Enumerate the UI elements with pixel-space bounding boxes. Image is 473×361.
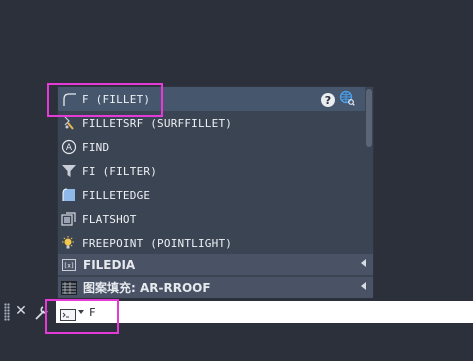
autocomplete-popup: F (FILLET) FILLETSRF (SURFFILLET) A FIND… xyxy=(57,86,374,298)
command-line: ✕ xyxy=(0,299,473,325)
group-label: 图案填充: AR-RROOF xyxy=(83,281,211,295)
suggestion-freepoint[interactable]: FREEPOINT (POINTLIGHT) xyxy=(58,231,365,255)
close-icon[interactable]: ✕ xyxy=(14,302,28,320)
suggestion-filter[interactable]: FI (FILTER) xyxy=(58,159,365,183)
fillet-edge-icon xyxy=(61,187,77,203)
point-light-icon xyxy=(61,235,77,251)
customize-wrench-icon[interactable] xyxy=(34,303,50,321)
system-variable-icon: [x] xyxy=(61,258,77,272)
suggestion-flatshot[interactable]: FLATSHOT xyxy=(58,207,365,231)
suggestion-label: FILLETEDGE xyxy=(82,188,151,202)
autocomplete-list: F (FILLET) FILLETSRF (SURFFILLET) A FIND… xyxy=(58,87,365,255)
scroll-thumb[interactable] xyxy=(366,89,372,147)
expand-arrow-icon[interactable] xyxy=(361,282,366,290)
status-area xyxy=(0,325,473,361)
drag-handle[interactable] xyxy=(4,303,10,321)
suggestion-label: FI (FILTER) xyxy=(82,164,158,178)
filter-icon xyxy=(61,163,77,179)
hatch-pattern-icon xyxy=(61,280,77,295)
command-input[interactable] xyxy=(89,304,459,320)
svg-text:A: A xyxy=(66,143,73,153)
group-label: FILEDIA xyxy=(83,257,136,272)
suggestion-label: FIND xyxy=(82,140,110,154)
expand-arrow-icon[interactable] xyxy=(361,259,366,267)
suggestion-label: FLATSHOT xyxy=(82,212,137,226)
suggestion-filletsrf[interactable]: FILLETSRF (SURFFILLET) xyxy=(58,111,365,135)
group-hatch-pattern[interactable]: 图案填充: AR-RROOF xyxy=(58,276,373,298)
flatshot-icon xyxy=(61,211,77,227)
suggestion-fillet[interactable]: F (FILLET) xyxy=(58,87,365,111)
help-icon[interactable]: ? xyxy=(321,93,335,107)
suggestion-filletedge[interactable]: FILLETEDGE xyxy=(58,183,365,207)
suggestion-label: F (FILLET) xyxy=(82,92,151,106)
find-icon: A xyxy=(61,139,77,155)
fillet-icon xyxy=(61,91,77,107)
recent-commands-dropdown-icon[interactable] xyxy=(78,310,84,314)
command-input-area[interactable] xyxy=(56,301,473,323)
suggestion-label: FREEPOINT (POINTLIGHT) xyxy=(82,236,233,250)
suggestion-find[interactable]: A FIND xyxy=(58,135,365,159)
suggestion-label: FILLETSRF (SURFFILLET) xyxy=(82,116,233,130)
popup-scrollbar[interactable] xyxy=(365,89,373,253)
surface-fillet-icon xyxy=(61,115,77,131)
command-prompt-icon[interactable] xyxy=(60,306,76,321)
svg-text:[x]: [x] xyxy=(64,262,75,269)
web-search-icon[interactable] xyxy=(339,90,355,110)
group-filedia[interactable]: [x] FILEDIA xyxy=(58,254,373,275)
popup-top-icons: ? xyxy=(321,90,355,110)
